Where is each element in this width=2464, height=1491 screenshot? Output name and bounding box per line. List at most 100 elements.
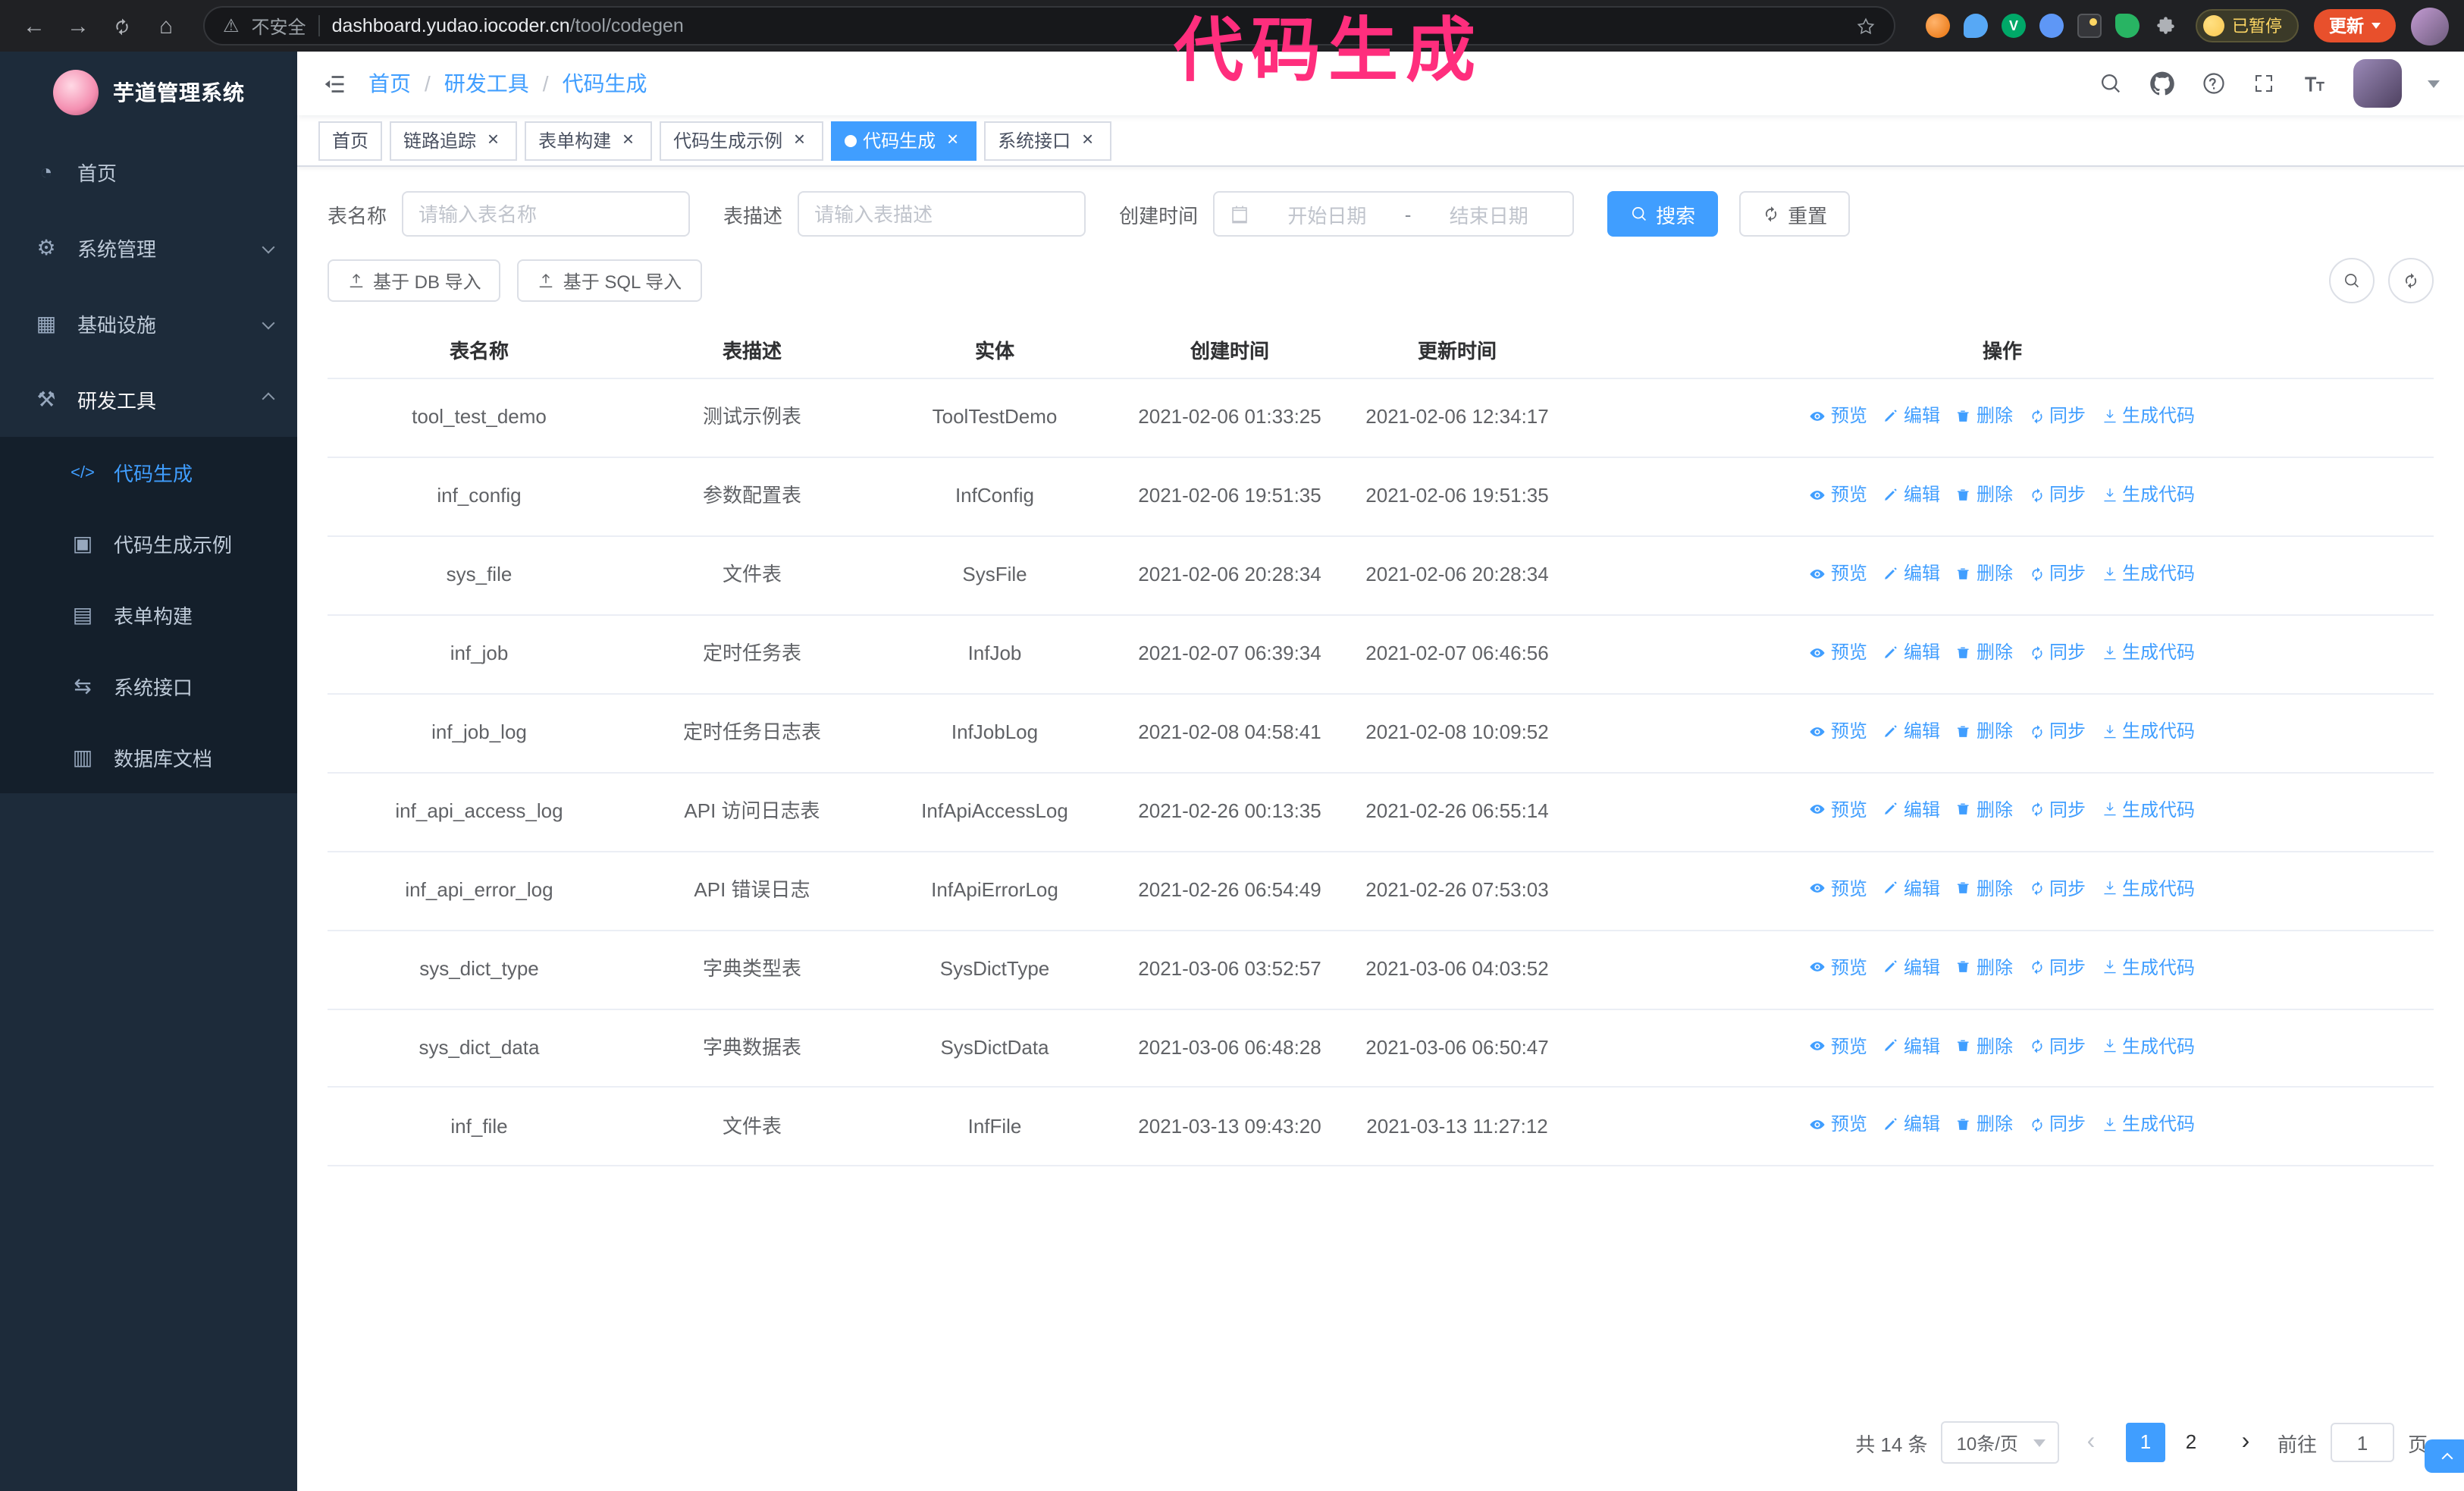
tab-系统接口[interactable]: 系统接口 × <box>984 121 1112 160</box>
search-button[interactable]: 搜索 <box>1607 191 1719 237</box>
sidebar-item-codegen-example[interactable]: ▣ 代码生成示例 <box>0 508 297 579</box>
delete-link[interactable]: 删除 <box>1955 796 2013 824</box>
preview-link[interactable]: 预览 <box>1810 1111 1867 1139</box>
search-icon[interactable] <box>2099 71 2123 96</box>
generate-code-link[interactable]: 生成代码 <box>2101 481 2195 509</box>
sync-link[interactable]: 同步 <box>2028 639 2086 667</box>
sidebar-item-form-builder[interactable]: ▤ 表单构建 <box>0 579 297 651</box>
edit-link[interactable]: 编辑 <box>1882 717 1940 746</box>
generate-code-link[interactable]: 生成代码 <box>2101 796 2195 824</box>
breadcrumb-item-codegen[interactable]: 代码生成 <box>563 68 647 99</box>
page-number-1[interactable]: 1 <box>2125 1423 2165 1462</box>
reset-button[interactable]: 重置 <box>1739 191 1851 237</box>
edit-link[interactable]: 编辑 <box>1882 874 1940 902</box>
extension-icon-orange[interactable] <box>1926 14 1950 38</box>
sync-link[interactable]: 同步 <box>2028 481 2086 509</box>
delete-link[interactable]: 删除 <box>1955 1111 2013 1139</box>
table-desc-input[interactable] <box>798 191 1086 237</box>
home-icon[interactable]: ⌂ <box>147 7 185 45</box>
sidebar-item-dev-tools[interactable]: ⚒ 研发工具 <box>0 361 297 437</box>
sync-link[interactable]: 同步 <box>2028 560 2086 588</box>
sync-link[interactable]: 同步 <box>2028 1032 2086 1060</box>
delete-link[interactable]: 删除 <box>1955 953 2013 981</box>
edit-link[interactable]: 编辑 <box>1882 1111 1940 1139</box>
generate-code-link[interactable]: 生成代码 <box>2101 717 2195 746</box>
delete-link[interactable]: 删除 <box>1955 874 2013 902</box>
security-warning-icon[interactable]: ⚠ <box>223 15 240 36</box>
github-icon[interactable] <box>2149 70 2176 97</box>
sidebar-item-infra[interactable]: ▦ 基础设施 <box>0 285 297 361</box>
date-range-picker[interactable]: 开始日期 - 结束日期 <box>1213 191 1575 237</box>
close-icon[interactable]: × <box>942 128 963 151</box>
user-menu-caret-icon[interactable] <box>2428 80 2440 87</box>
close-icon[interactable]: × <box>617 128 638 151</box>
sidebar-toggle-icon[interactable] <box>321 71 347 96</box>
delete-link[interactable]: 删除 <box>1955 481 2013 509</box>
goto-page-input[interactable] <box>2330 1423 2394 1462</box>
tab-代码生成[interactable]: 代码生成 × <box>831 121 977 160</box>
sync-link[interactable]: 同步 <box>2028 874 2086 902</box>
edit-link[interactable]: 编辑 <box>1882 953 1940 981</box>
sync-link[interactable]: 同步 <box>2028 402 2086 430</box>
back-icon[interactable]: ← <box>15 7 53 45</box>
tab-代码生成示例[interactable]: 代码生成示例 × <box>660 121 824 160</box>
delete-link[interactable]: 删除 <box>1955 639 2013 667</box>
edit-link[interactable]: 编辑 <box>1882 639 1940 667</box>
preview-link[interactable]: 预览 <box>1810 1032 1867 1060</box>
sync-link[interactable]: 同步 <box>2028 953 2086 981</box>
close-icon[interactable]: × <box>788 128 810 151</box>
preview-link[interactable]: 预览 <box>1810 717 1867 746</box>
close-icon[interactable]: × <box>482 128 503 151</box>
preview-link[interactable]: 预览 <box>1810 402 1867 430</box>
preview-link[interactable]: 预览 <box>1810 481 1867 509</box>
sync-link[interactable]: 同步 <box>2028 717 2086 746</box>
edit-link[interactable]: 编辑 <box>1882 796 1940 824</box>
paused-badge[interactable]: 已暂停 <box>2196 9 2299 42</box>
sidebar-item-codegen[interactable]: </> 代码生成 <box>0 437 297 508</box>
extensions-puzzle-icon[interactable] <box>2153 14 2177 38</box>
preview-link[interactable]: 预览 <box>1810 560 1867 588</box>
page-size-select[interactable]: 10条/页 <box>1941 1421 2059 1464</box>
font-size-icon[interactable] <box>2302 71 2328 96</box>
preview-link[interactable]: 预览 <box>1810 953 1867 981</box>
edit-link[interactable]: 编辑 <box>1882 1032 1940 1060</box>
import-db-button[interactable]: 基于 DB 导入 <box>328 259 501 302</box>
preview-link[interactable]: 预览 <box>1810 639 1867 667</box>
extension-icon-green-leaf[interactable] <box>2115 14 2140 38</box>
edit-link[interactable]: 编辑 <box>1882 560 1940 588</box>
update-button[interactable]: 更新 <box>2314 9 2396 42</box>
next-page-button[interactable]: › <box>2227 1423 2264 1462</box>
edit-link[interactable]: 编辑 <box>1882 402 1940 430</box>
generate-code-link[interactable]: 生成代码 <box>2101 953 2195 981</box>
sidebar-item-db-doc[interactable]: ▥ 数据库文档 <box>0 722 297 793</box>
breadcrumb-item-home[interactable]: 首页 <box>368 68 411 99</box>
close-icon[interactable]: × <box>1077 128 1098 151</box>
preview-link[interactable]: 预览 <box>1810 796 1867 824</box>
delete-link[interactable]: 删除 <box>1955 717 2013 746</box>
sync-link[interactable]: 同步 <box>2028 796 2086 824</box>
import-sql-button[interactable]: 基于 SQL 导入 <box>517 259 702 302</box>
delete-link[interactable]: 删除 <box>1955 1032 2013 1060</box>
generate-code-link[interactable]: 生成代码 <box>2101 402 2195 430</box>
sidebar-item-home[interactable]: ◔ 首页 <box>0 133 297 209</box>
help-icon[interactable] <box>2202 71 2226 96</box>
extension-icon-dark[interactable] <box>2077 14 2102 38</box>
extension-icon-green-v[interactable]: V <box>2002 14 2026 38</box>
breadcrumb-item-dev-tools[interactable]: 研发工具 <box>444 68 529 99</box>
refresh-table-button[interactable] <box>2388 258 2434 303</box>
sidebar-item-api[interactable]: ⇆ 系统接口 <box>0 651 297 722</box>
extension-icon-blue-drop[interactable] <box>1964 14 1988 38</box>
tab-链路追踪[interactable]: 链路追踪 × <box>390 121 518 160</box>
reload-icon[interactable] <box>103 7 141 45</box>
edit-link[interactable]: 编辑 <box>1882 481 1940 509</box>
generate-code-link[interactable]: 生成代码 <box>2101 639 2195 667</box>
app-logo[interactable]: 芋道管理系统 <box>0 52 297 133</box>
address-bar[interactable]: ⚠ 不安全 dashboard.yudao.iocoder.cn/tool/co… <box>203 6 1895 46</box>
generate-code-link[interactable]: 生成代码 <box>2101 1111 2195 1139</box>
page-number-2[interactable]: 2 <box>2171 1423 2211 1462</box>
delete-link[interactable]: 删除 <box>1955 560 2013 588</box>
generate-code-link[interactable]: 生成代码 <box>2101 560 2195 588</box>
browser-profile-avatar[interactable] <box>2411 7 2449 45</box>
table-name-input[interactable] <box>402 191 691 237</box>
tab-表单构建[interactable]: 表单构建 × <box>525 121 653 160</box>
